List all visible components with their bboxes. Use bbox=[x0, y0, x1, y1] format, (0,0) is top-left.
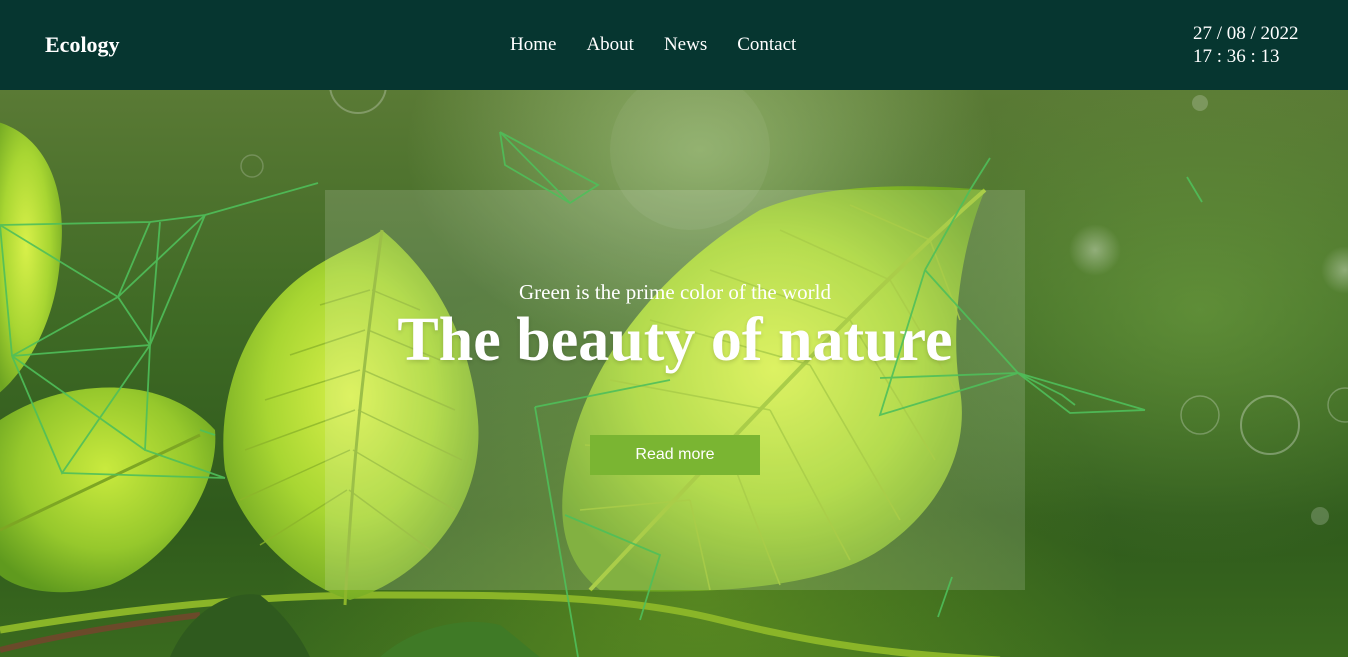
clock-time: 17 : 36 : 13 bbox=[1193, 46, 1280, 67]
hero-headline: The beauty of nature bbox=[397, 306, 953, 374]
site-header: Ecology Home About News Contact 27 / 08 … bbox=[0, 0, 1348, 90]
hero-card: Green is the prime color of the world Th… bbox=[325, 190, 1025, 590]
hero-section: Green is the prime color of the world Th… bbox=[0, 90, 1348, 657]
read-more-button[interactable]: Read more bbox=[590, 435, 760, 475]
nav-news[interactable]: News bbox=[664, 34, 707, 56]
clock-date: 27 / 08 / 2022 bbox=[1193, 23, 1299, 44]
nav-about[interactable]: About bbox=[586, 34, 634, 56]
logo[interactable]: Ecology bbox=[45, 32, 120, 58]
nav-home[interactable]: Home bbox=[510, 34, 556, 56]
clock: 27 / 08 / 2022 17 : 36 : 13 bbox=[1193, 22, 1299, 68]
nav-contact[interactable]: Contact bbox=[737, 34, 796, 56]
page: Ecology Home About News Contact 27 / 08 … bbox=[0, 0, 1348, 657]
main-nav: Home About News Contact bbox=[510, 34, 796, 56]
hero-subtitle: Green is the prime color of the world bbox=[519, 280, 831, 304]
